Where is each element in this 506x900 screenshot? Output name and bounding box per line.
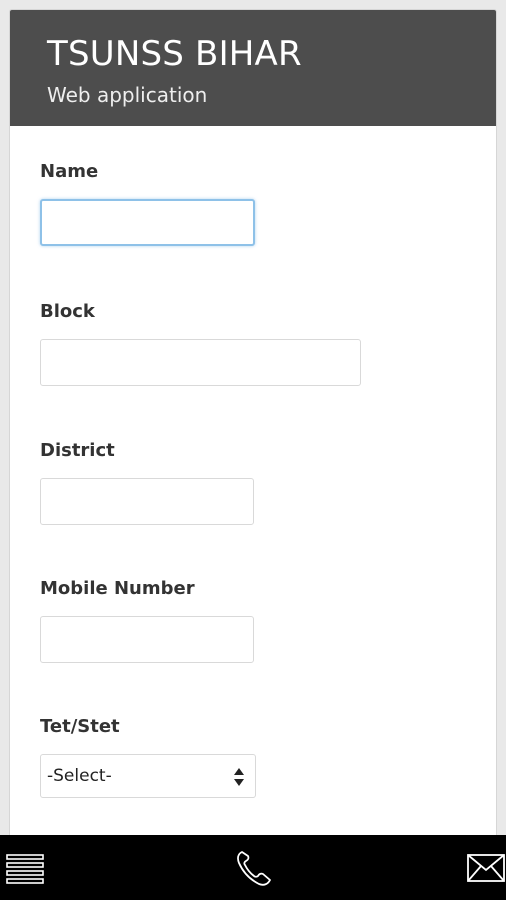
block-field-group: Block: [40, 301, 361, 386]
select-arrows-icon: [234, 768, 244, 786]
menu-icon[interactable]: [5, 849, 45, 887]
bottom-nav-bar: [0, 835, 506, 900]
mail-icon[interactable]: [466, 849, 506, 887]
app-title: TSUNSS BIHAR: [47, 34, 302, 74]
name-label: Name: [40, 161, 99, 182]
tet-stet-selected-value: -Select-: [47, 766, 112, 786]
mobile-number-input[interactable]: [40, 616, 254, 663]
block-input[interactable]: [40, 339, 361, 386]
app-subtitle: Web application: [47, 83, 208, 107]
district-field-group: District: [40, 440, 254, 525]
tet-stet-label: Tet/Stet: [40, 716, 120, 737]
district-input[interactable]: [40, 478, 254, 525]
mobile-number-label: Mobile Number: [40, 578, 195, 599]
block-label: Block: [40, 301, 95, 322]
tet-stet-select[interactable]: -Select-: [40, 754, 256, 798]
district-label: District: [40, 440, 115, 461]
form-card: TSUNSS BIHAR Web application Name Block …: [9, 9, 497, 839]
tet-stet-field-group: Tet/Stet -Select-: [40, 716, 256, 798]
name-field-group: Name: [40, 161, 255, 246]
mobile-number-field-group: Mobile Number: [40, 578, 254, 663]
app-header: TSUNSS BIHAR Web application: [10, 10, 496, 126]
phone-icon[interactable]: [233, 849, 273, 887]
name-input[interactable]: [40, 199, 255, 246]
